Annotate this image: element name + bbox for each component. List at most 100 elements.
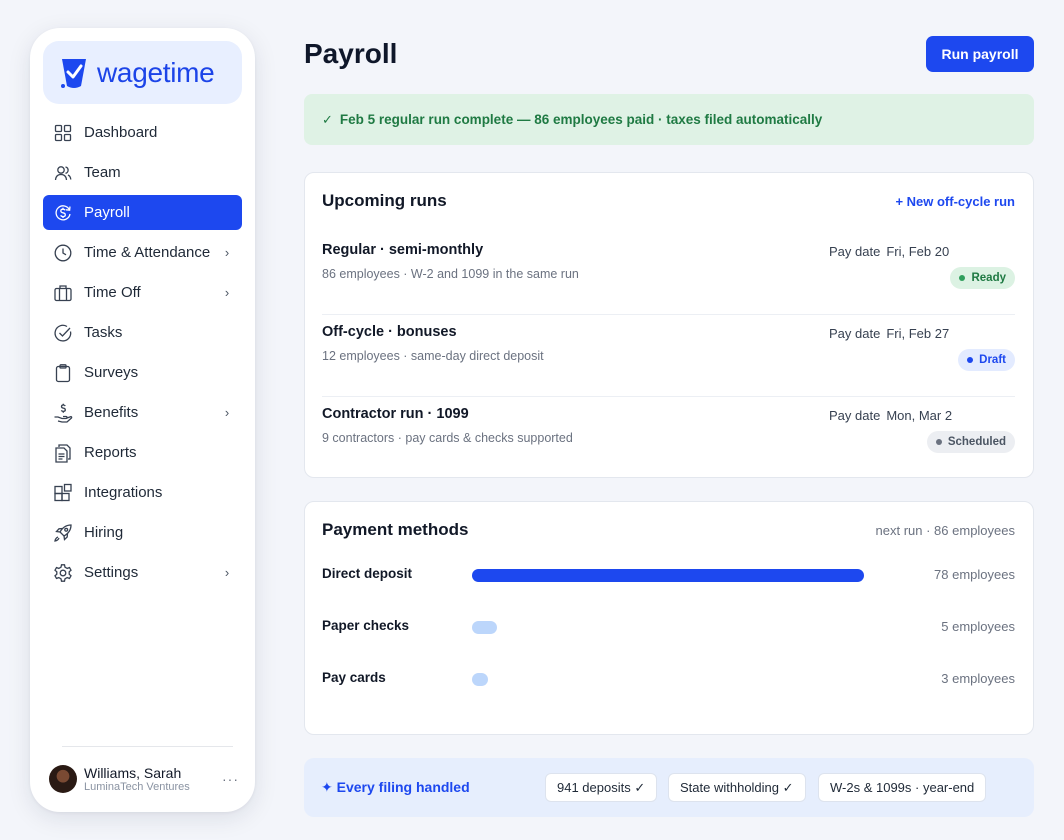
sidebar-item-label: Reports xyxy=(84,444,137,461)
sidebar-item-reports[interactable]: Reports xyxy=(43,435,242,470)
status-label: Ready xyxy=(971,272,1006,284)
payment-method-count: 5 employees xyxy=(941,619,1015,634)
new-off-cycle-run-link[interactable]: + New off-cycle run xyxy=(895,194,1015,209)
status-dot-icon xyxy=(959,275,966,281)
user-profile[interactable]: Williams, Sarah LuminaTech Ventures ··· xyxy=(49,762,239,796)
payment-methods-card: Payment methods next run · 86 employees … xyxy=(304,501,1034,735)
status-badge: Draft xyxy=(958,349,1015,371)
run-name: Contractor run · 1099 xyxy=(322,406,469,422)
run-row[interactable]: Off-cycle · bonuses 12 employees · same-… xyxy=(322,315,1015,397)
card-title: Upcoming runs xyxy=(322,191,447,210)
payment-method-label: Direct deposit xyxy=(322,566,413,581)
sidebar-nav: Dashboard Team Payroll Time & Attendance… xyxy=(43,115,242,595)
payment-method-bar-track xyxy=(472,569,874,582)
pay-date-label: Pay date xyxy=(829,326,881,341)
hand-dollar-icon xyxy=(53,403,73,423)
avatar xyxy=(49,765,77,793)
sidebar-item-time-attendance[interactable]: Time & Attendance › xyxy=(43,235,242,270)
sidebar-item-label: Time Off xyxy=(84,284,141,301)
sidebar: wagetime Dashboard Team Payroll Time & A… xyxy=(30,28,255,812)
sidebar-item-dashboard[interactable]: Dashboard xyxy=(43,115,242,150)
pay-date: Pay date Fri, Feb 27 xyxy=(829,326,949,341)
run-description: 86 employees · W-2 and 1099 in the same … xyxy=(322,267,579,281)
sidebar-item-label: Time & Attendance xyxy=(84,244,211,261)
pay-date-label: Pay date xyxy=(829,244,881,259)
sidebar-item-settings[interactable]: Settings › xyxy=(43,555,242,590)
sidebar-item-hiring[interactable]: Hiring xyxy=(43,515,242,550)
sidebar-item-label: Surveys xyxy=(84,364,139,381)
sidebar-item-label: Team xyxy=(84,164,121,181)
filing-chip-941[interactable]: 941 deposits ✓ xyxy=(545,773,658,802)
grid-icon xyxy=(53,123,73,143)
filing-chip-state-withholding[interactable]: State withholding ✓ xyxy=(668,773,806,802)
payment-method-bar xyxy=(472,673,489,686)
run-description: 12 employees · same-day direct deposit xyxy=(322,349,544,363)
payment-method-bar-track xyxy=(472,621,874,634)
run-description: 9 contractors · pay cards & checks suppo… xyxy=(322,431,573,445)
run-row[interactable]: Regular · semi-monthly 86 employees · W-… xyxy=(322,233,1015,315)
chevron-right-icon: › xyxy=(224,565,230,580)
user-name: Williams, Sarah xyxy=(84,764,182,781)
status-dot-icon xyxy=(967,357,974,363)
filing-chip-w2-1099[interactable]: W-2s & 1099s · year-end xyxy=(818,773,987,802)
sidebar-item-label: Settings xyxy=(84,564,139,581)
sidebar-item-integrations[interactable]: Integrations xyxy=(43,475,242,510)
pay-date-value: Fri, Feb 20 xyxy=(886,244,950,259)
banner-text: Feb 5 regular run complete — 86 employee… xyxy=(339,112,823,127)
rocket-icon xyxy=(53,523,73,543)
status-banner: ✓ Feb 5 regular run complete — 86 employ… xyxy=(304,94,1034,145)
payment-method-count: 78 employees xyxy=(934,567,1015,582)
run-name: Regular · semi-monthly xyxy=(322,242,484,258)
payment-method-row: Paper checks 5 employees xyxy=(322,615,1015,639)
run-row[interactable]: Contractor run · 1099 9 contractors · pa… xyxy=(322,397,1015,479)
sidebar-item-label: Dashboard xyxy=(84,124,158,141)
sidebar-item-label: Integrations xyxy=(84,484,163,501)
sidebar-item-team[interactable]: Team xyxy=(43,155,242,190)
page-title: Payroll xyxy=(304,38,398,69)
card-title: Payment methods xyxy=(322,520,469,539)
filing-strip: ✦ Every filing handled 941 deposits ✓ St… xyxy=(304,758,1034,817)
sidebar-item-payroll[interactable]: Payroll xyxy=(43,195,242,230)
status-badge: Ready xyxy=(950,267,1015,289)
report-icon xyxy=(53,443,73,463)
status-label: Scheduled xyxy=(947,436,1006,448)
chevron-right-icon: › xyxy=(224,405,230,420)
users-icon xyxy=(53,163,73,183)
payment-method-row: Pay cards 3 employees xyxy=(322,667,1015,691)
payment-method-label: Pay cards xyxy=(322,670,386,685)
divider xyxy=(62,746,233,747)
check-circle-icon xyxy=(53,323,73,343)
payment-method-bar xyxy=(472,621,498,634)
filing-title: ✦ Every filing handled xyxy=(321,779,470,795)
payment-method-bar xyxy=(472,569,864,582)
payment-method-count: 3 employees xyxy=(941,671,1015,686)
dollar-refresh-icon xyxy=(53,203,73,223)
status-badge: Scheduled xyxy=(926,431,1015,453)
chevron-right-icon: › xyxy=(224,245,230,260)
sidebar-item-time-off[interactable]: Time Off › xyxy=(43,275,242,310)
sidebar-item-surveys[interactable]: Surveys xyxy=(43,355,242,390)
sidebar-item-label: Tasks xyxy=(84,324,123,341)
check-icon: ✓ xyxy=(322,111,333,127)
sidebar-item-label: Benefits xyxy=(84,404,139,421)
sidebar-item-label: Hiring xyxy=(84,524,124,541)
run-payroll-button[interactable]: Run payroll xyxy=(926,36,1034,72)
gear-icon xyxy=(53,563,73,583)
card-meta: next run · 86 employees xyxy=(875,523,1015,538)
sidebar-item-benefits[interactable]: Benefits › xyxy=(43,395,242,430)
blocks-icon xyxy=(53,483,73,503)
sidebar-item-label: Payroll xyxy=(84,204,130,221)
clock-icon xyxy=(53,243,73,263)
wagetime-logo-icon xyxy=(61,58,86,88)
payment-method-bar-track xyxy=(472,673,874,686)
status-label: Draft xyxy=(979,354,1006,366)
pay-date-value: Mon, Mar 2 xyxy=(886,408,953,423)
pay-date-value: Fri, Feb 27 xyxy=(886,326,950,341)
clipboard-icon xyxy=(53,363,73,383)
pay-date: Pay date Fri, Feb 20 xyxy=(829,244,949,259)
logo[interactable]: wagetime xyxy=(43,41,242,104)
sidebar-item-tasks[interactable]: Tasks xyxy=(43,315,242,350)
brand-name: wagetime xyxy=(97,56,215,88)
more-options-icon[interactable]: ··· xyxy=(222,771,239,787)
user-org: LuminaTech Ventures xyxy=(84,780,190,793)
